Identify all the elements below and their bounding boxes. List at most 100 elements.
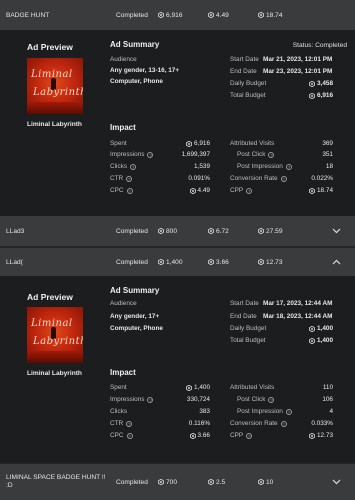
attributed-visits-label: Attributed Visits	[230, 384, 275, 391]
spent-value: 1,400	[150, 384, 210, 391]
help-circle-icon[interactable]: ?	[268, 396, 275, 403]
campaign-status: Completed	[116, 11, 148, 19]
robux-icon	[208, 228, 214, 234]
help-circle-icon[interactable]: ?	[126, 175, 133, 182]
audience-label: Audience	[110, 56, 137, 63]
attributed-visits-label: Attributed Visits	[230, 140, 275, 147]
total-budget-value: 6,916	[280, 92, 333, 99]
cpc-label: CPC?	[110, 187, 133, 194]
robux-icon	[258, 12, 264, 18]
campaign-details-panel: Ad Preview Liminal Labyrinth Liminal Lab…	[0, 276, 355, 463]
conversion-rate-label: Conversion Rate?	[230, 420, 287, 427]
help-circle-icon[interactable]: ?	[268, 151, 275, 158]
ad-thumbnail: Liminal Labyrinth	[27, 307, 83, 363]
summary-status: Status: Completed	[292, 42, 347, 49]
ctr-value: 0.091%	[188, 175, 210, 182]
robux-icon	[208, 479, 214, 485]
clicks-value: 383	[199, 408, 210, 415]
end-date-label: End Date	[230, 68, 257, 75]
cpp-cell: 27.59	[258, 228, 283, 235]
start-date-value: Mar 17, 2023, 12:44 AM	[263, 300, 333, 307]
spent-value: 6,916	[150, 140, 210, 147]
robux-icon	[309, 325, 315, 332]
robux-icon	[309, 80, 315, 87]
audience-label: Audience	[110, 300, 137, 307]
impressions-value: 1,699,397	[181, 151, 210, 158]
cpc-value: 3.66	[150, 432, 210, 439]
help-circle-icon[interactable]: ?	[126, 187, 133, 194]
total-budget-label: Total Budget	[230, 337, 266, 344]
robux-icon	[258, 259, 264, 265]
spent-cell: 6,916	[158, 12, 183, 19]
post-impression-value: 4	[329, 408, 333, 415]
campaign-name: LLad(	[6, 258, 23, 266]
spent-label: Spent	[110, 140, 127, 147]
chevron-down-icon[interactable]	[331, 477, 341, 487]
help-circle-icon[interactable]: ?	[126, 420, 133, 427]
cpc-label: CPC?	[110, 432, 133, 439]
start-date-value: Mar 21, 2023, 12:01 PM	[263, 56, 333, 63]
robux-icon	[258, 479, 264, 485]
campaign-status: Completed	[116, 227, 148, 235]
post-impression-label: Post Impression?	[237, 408, 292, 415]
cpp-value: 12.73	[290, 432, 333, 439]
campaign-row-llad[interactable]: LLad( Completed 1,400 3.66 12.73	[0, 248, 355, 276]
spent-cell: 1,400	[158, 259, 183, 266]
help-circle-icon[interactable]: ?	[130, 163, 137, 170]
post-impression-value: 18	[325, 163, 333, 170]
post-click-value: 351	[322, 151, 333, 158]
robux-icon	[309, 187, 315, 194]
campaign-name: LLad3	[6, 227, 25, 235]
ad-summary-title: Ad Summary	[110, 40, 160, 49]
cpp-label: CPP?	[230, 432, 253, 439]
daily-budget-value: 1,400	[280, 325, 333, 332]
cpp-value: 18.74	[290, 187, 333, 194]
conversion-rate-value: 0.022%	[311, 175, 333, 182]
end-date-value: Mar 23, 2023, 12:01 PM	[263, 68, 333, 75]
help-circle-icon[interactable]: ?	[280, 175, 287, 182]
conversion-rate-value: 0.033%	[311, 420, 333, 427]
impact-title: Impact	[110, 123, 136, 132]
chevron-up-icon[interactable]	[331, 257, 341, 267]
attributed-visits-value: 110	[322, 384, 333, 391]
audience-devices: Computer, Phone	[110, 325, 163, 332]
campaign-row-liminal-space-badge-hunt[interactable]: LIMINAL SPACE BADGE HUNT !! :D Completed…	[0, 464, 355, 500]
daily-budget-label: Daily Budget	[230, 80, 267, 87]
campaign-status: Completed	[116, 478, 148, 486]
impressions-label: Impressions?	[110, 151, 154, 158]
daily-budget-value: 3,458	[280, 80, 333, 87]
audience-targeting: Any gender, 13-16, 17+	[110, 67, 180, 74]
total-budget-label: Total Budget	[230, 92, 266, 99]
conversion-rate-label: Conversion Rate?	[230, 175, 287, 182]
ctr-label: CTR?	[110, 420, 133, 427]
ad-preview-title: Ad Preview	[27, 292, 73, 302]
chevron-down-icon[interactable]	[331, 226, 341, 236]
spent-label: Spent	[110, 384, 127, 391]
cpp-cell: 18.74	[258, 12, 283, 19]
impressions-value: 330,724	[186, 396, 210, 403]
cpc-value: 4.49	[150, 187, 210, 194]
robux-icon	[258, 228, 264, 234]
robux-icon	[158, 12, 164, 18]
game-name: Liminal Labyrinth	[27, 370, 82, 377]
robux-icon	[208, 259, 214, 265]
campaign-details-panel: Ad Preview Liminal Labyrinth Liminal Lab…	[0, 30, 355, 216]
attributed-visits-value: 369	[322, 140, 333, 147]
help-circle-icon[interactable]: ?	[280, 420, 287, 427]
help-circle-icon[interactable]: ?	[246, 432, 253, 439]
audience-devices: Computer, Phone	[110, 78, 163, 85]
cpc-cell: 4.49	[208, 12, 229, 19]
robux-icon	[186, 384, 192, 391]
audience-targeting: Any gender, 17+	[110, 313, 160, 320]
campaign-name: BADGE HUNT	[6, 11, 50, 19]
ctr-label: CTR?	[110, 175, 133, 182]
help-circle-icon[interactable]: ?	[246, 187, 253, 194]
spent-cell: 700	[158, 479, 177, 486]
campaign-row-llad3[interactable]: LLad3 Completed 800 6.72 27.59	[0, 216, 355, 246]
post-click-label: Post Click?	[237, 151, 275, 158]
campaign-row-badge-hunt[interactable]: BADGE HUNT Completed 6,916 4.49 18.74	[0, 0, 355, 30]
robux-icon	[189, 187, 196, 194]
post-impression-label: Post Impression?	[237, 163, 292, 170]
help-circle-icon[interactable]: ?	[126, 432, 133, 439]
clicks-label: Clicks?	[110, 163, 137, 170]
